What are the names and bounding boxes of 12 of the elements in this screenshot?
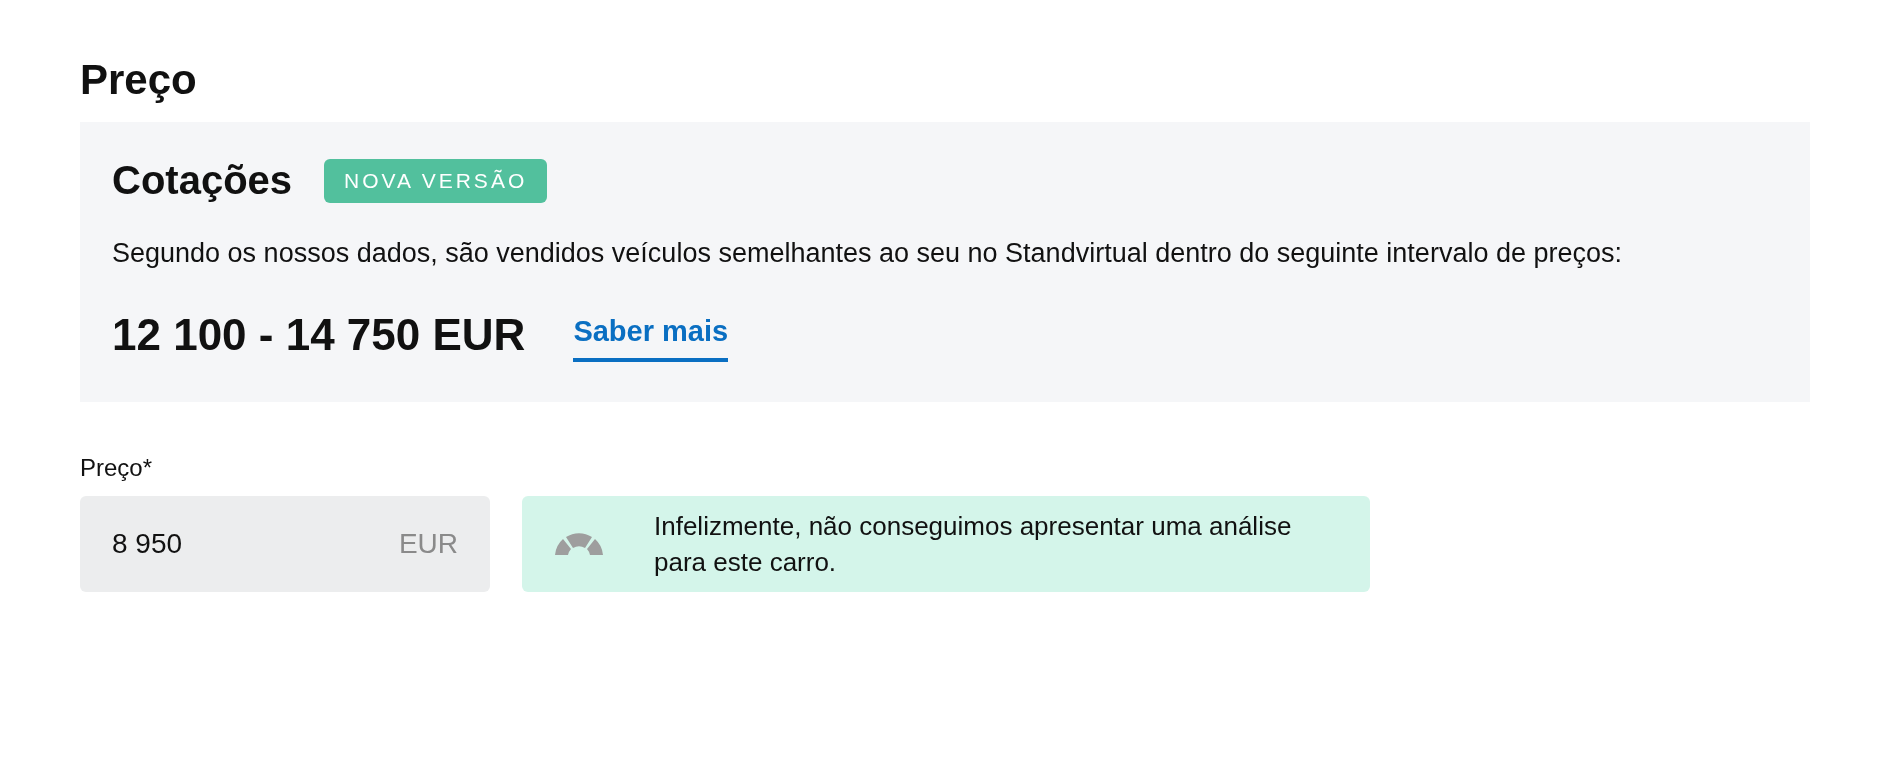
learn-more-link[interactable]: Saber mais bbox=[573, 307, 729, 362]
description-text: Segundo os nossos dados, são vendidos veículos semelhantes ao seu no Standvirtual dentro do seguinte intervalo de preços: bbox=[112, 237, 1623, 270]
field-value: 8 950 bbox=[112, 528, 183, 560]
notice-message: Infelizmente, não conseguimos apresentar uma análise para este carro. bbox=[654, 510, 1293, 579]
currency-unit: EUR bbox=[398, 528, 458, 560]
panel-title: Cotações bbox=[112, 158, 293, 203]
price-field[interactable]: 8 950 EUR bbox=[80, 496, 490, 592]
section-title: Preço bbox=[80, 56, 198, 104]
new-version-badge: NOVA VERSÃO bbox=[324, 158, 548, 203]
gauge-icon bbox=[554, 531, 604, 557]
field-label: Preço* bbox=[80, 454, 154, 482]
price-range: 12 100 - 14 750 EUR bbox=[112, 309, 526, 360]
